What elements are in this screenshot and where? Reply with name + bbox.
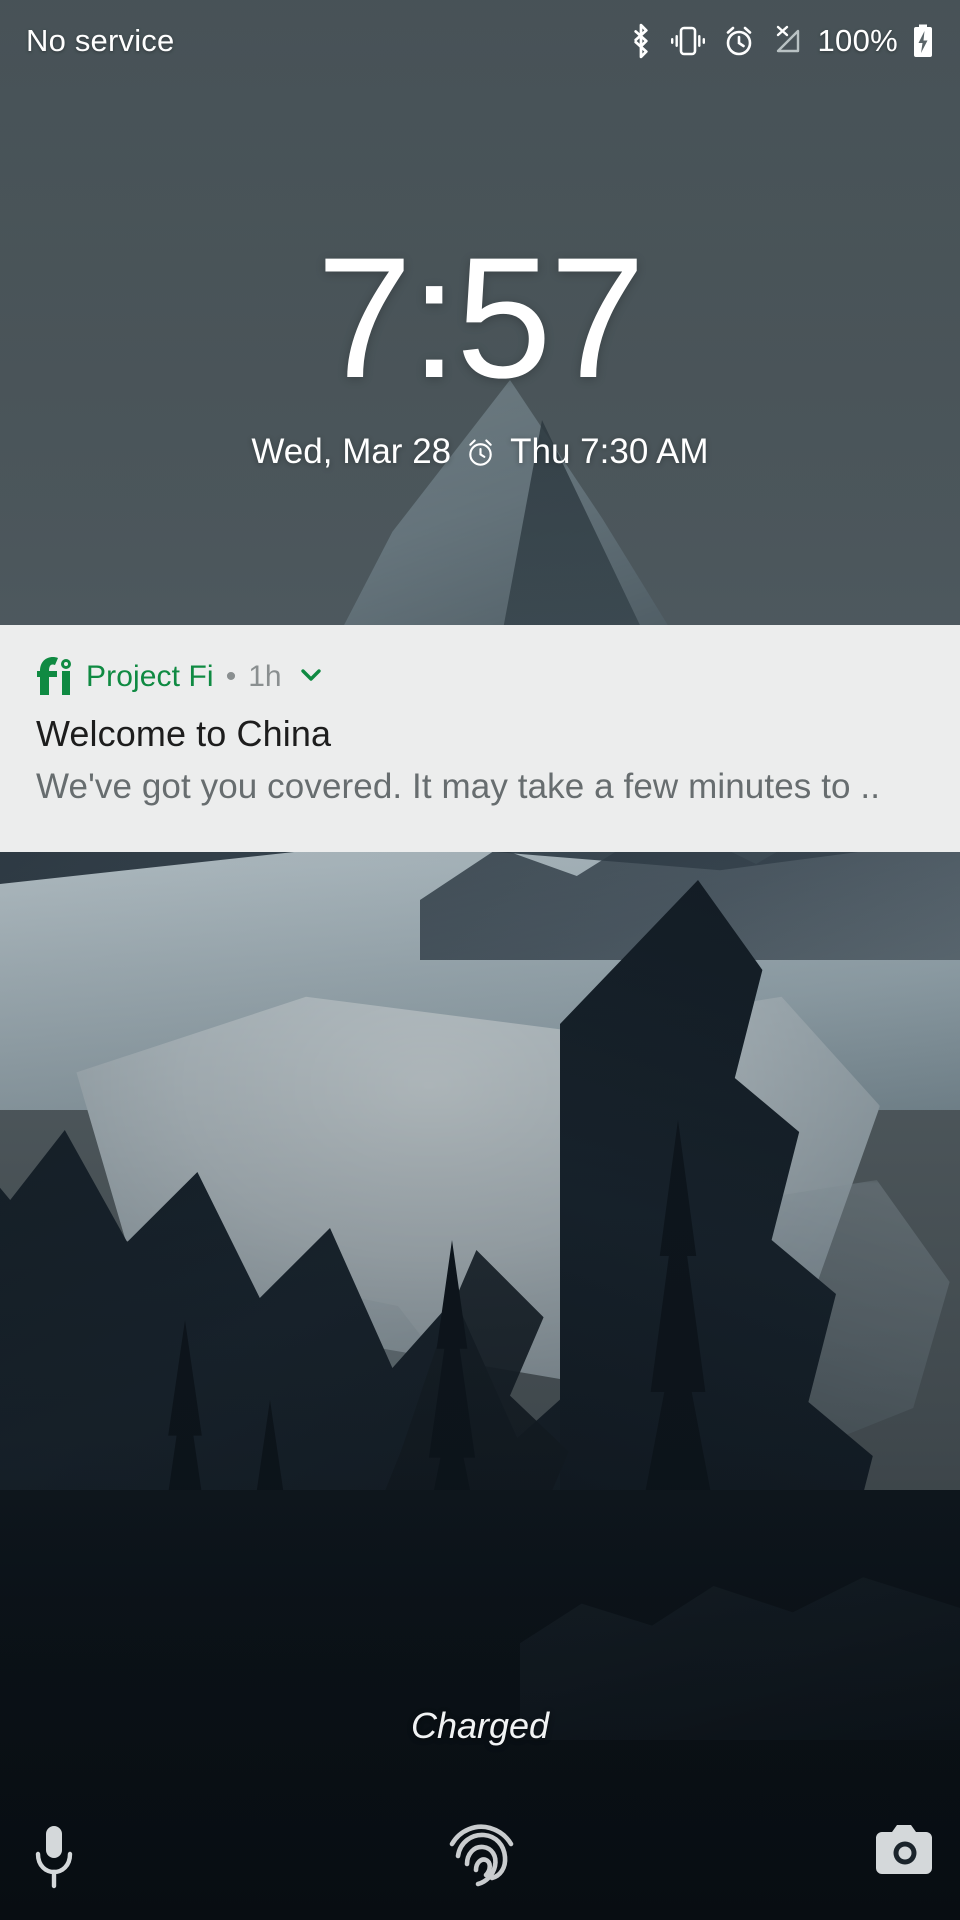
alarm-icon	[722, 24, 756, 58]
microphone-icon	[22, 1818, 86, 1896]
carrier-label: No service	[26, 23, 175, 58]
notification-header: Project Fi • 1h	[36, 655, 924, 699]
camera-shortcut[interactable]	[872, 1822, 938, 1882]
clock-date-row: Wed, Mar 28 Thu 7:30 AM	[0, 432, 960, 472]
vibrate-icon	[668, 24, 708, 58]
fingerprint-icon[interactable]	[434, 1812, 526, 1904]
status-icons: 100%	[628, 23, 935, 59]
clock-date-label: Wed, Mar 28	[251, 432, 452, 471]
no-signal-icon	[770, 24, 804, 58]
lock-screen: No service 100% 7:57 Wed, Mar 28 Thu 7:3…	[0, 0, 960, 1920]
clock-time: 7:57	[316, 222, 646, 414]
notification-separator: •	[225, 660, 237, 693]
charging-status-label: Charged	[410, 1705, 550, 1746]
chevron-down-icon[interactable]	[296, 660, 326, 695]
next-alarm-label: Thu 7:30 AM	[510, 432, 709, 471]
voice-assistant-shortcut[interactable]	[22, 1818, 86, 1896]
bluetooth-icon	[628, 23, 654, 59]
project-fi-icon	[36, 653, 74, 702]
notification-app-name: Project Fi	[86, 660, 214, 693]
battery-percent-label: 100%	[817, 23, 898, 58]
notification-card[interactable]: Project Fi • 1h Welcome to China We've g…	[0, 625, 960, 852]
notification-title: Welcome to China	[36, 713, 332, 754]
clock-widget[interactable]: 7:57 Wed, Mar 28 Thu 7:30 AM	[0, 232, 960, 472]
status-bar: No service 100%	[0, 0, 960, 82]
camera-icon	[872, 1822, 938, 1882]
battery-charging-icon	[912, 23, 934, 59]
alarm-icon	[464, 436, 497, 469]
notification-body: We've got you covered. It may take a few…	[36, 767, 881, 806]
notification-timestamp: 1h	[248, 660, 282, 693]
